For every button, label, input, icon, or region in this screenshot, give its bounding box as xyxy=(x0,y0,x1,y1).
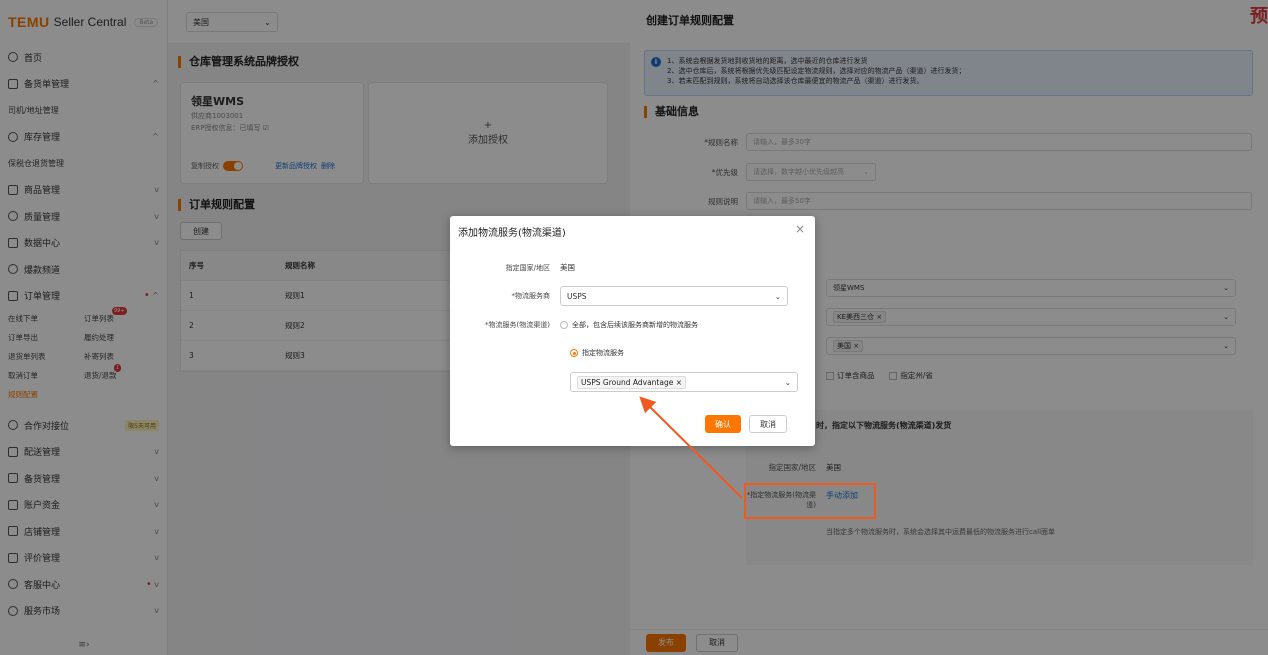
carrier-select[interactable]: USPS ⌄ xyxy=(560,286,788,306)
tag-remove-icon[interactable]: × xyxy=(676,378,682,387)
chevron-down-icon: ⌄ xyxy=(774,291,781,301)
dialog-title: 添加物流服务(物流渠道) xyxy=(458,228,566,239)
carrier-value: USPS xyxy=(567,291,587,301)
dialog-carrier-label: *物流服务商 xyxy=(511,292,551,300)
add-logistics-dialog: 添加物流服务(物流渠道) × 指定国家/地区 美国 *物流服务商 USPS ⌄ *… xyxy=(450,216,815,446)
service-multiselect[interactable]: USPS Ground Advantage × ⌄ xyxy=(570,372,798,392)
radio-specified-service[interactable]: 指定物流服务 xyxy=(570,348,624,358)
annotation-highlight-box xyxy=(744,483,876,519)
dialog-cancel-button[interactable]: 取消 xyxy=(749,415,787,433)
close-icon[interactable]: × xyxy=(795,222,805,236)
radio-label: 全部，包含后续该服务商新增的物流服务 xyxy=(572,321,698,329)
service-tag: USPS Ground Advantage xyxy=(581,377,674,387)
radio-all-services[interactable]: 全部，包含后续该服务商新增的物流服务 xyxy=(560,320,698,330)
dialog-country-label: 指定国家/地区 xyxy=(505,263,550,272)
confirm-button[interactable]: 确认 xyxy=(705,415,741,433)
dialog-service-label: *物流服务(物流渠道) xyxy=(485,321,550,329)
radio-label: 指定物流服务 xyxy=(582,349,624,357)
chevron-down-icon: ⌄ xyxy=(784,377,791,387)
dialog-country-value: 美国 xyxy=(560,263,575,272)
